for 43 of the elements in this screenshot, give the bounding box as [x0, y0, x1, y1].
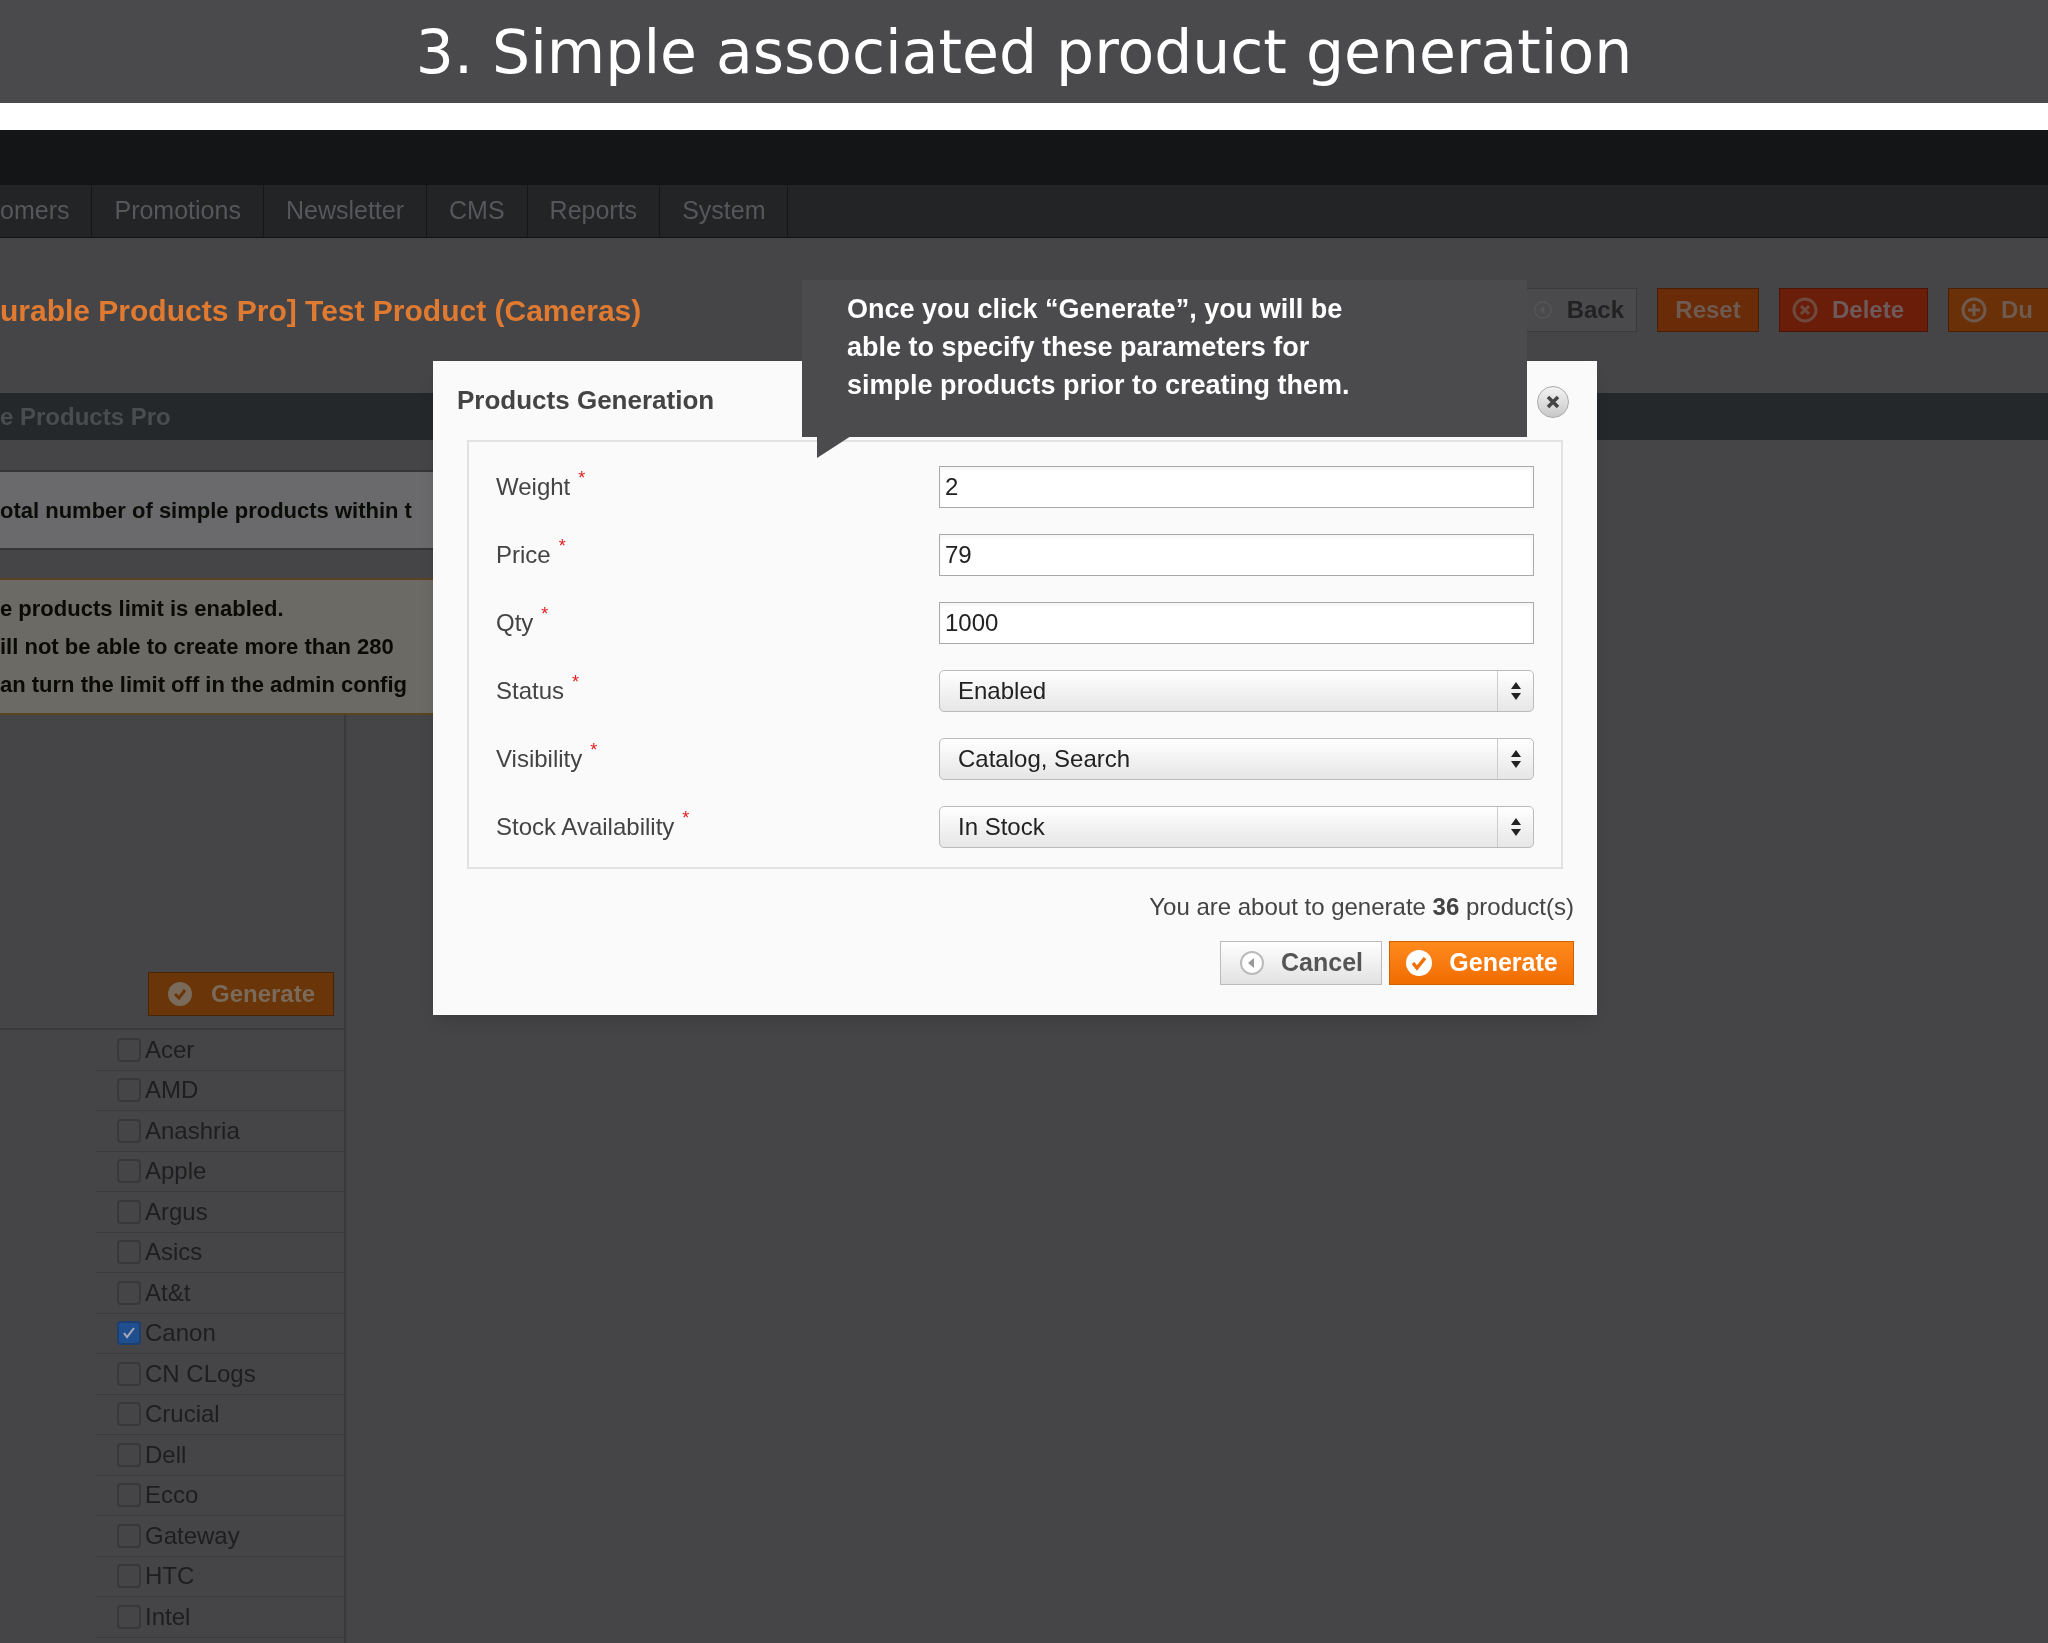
- note-text: otal number of simple products within t: [0, 496, 412, 525]
- up-down-caret-icon: [1509, 681, 1522, 701]
- field-label: Qty: [496, 608, 534, 638]
- field-label: Price: [496, 540, 551, 570]
- select-dropdown[interactable]: Enabled: [939, 670, 1534, 712]
- select-dropdown[interactable]: In Stock: [939, 806, 1534, 848]
- text-input-field[interactable]: 79: [939, 534, 1534, 576]
- cancel-button[interactable]: Cancel: [1220, 941, 1382, 985]
- checkmark-icon: [122, 1326, 136, 1341]
- x-circle-icon: [1792, 297, 1818, 323]
- required-mark: *: [541, 603, 549, 626]
- field-label: Stock Availability: [496, 812, 675, 842]
- required-mark: *: [590, 739, 598, 762]
- required-mark: *: [572, 671, 580, 694]
- generate-button[interactable]: Generate: [1389, 941, 1574, 985]
- field-label: Weight: [496, 472, 571, 502]
- reset-button[interactable]: Reset: [1657, 288, 1759, 332]
- tooltip-text: Once you click “Generate”, you will be able to specify these parameters for simple products prior to creating them.: [847, 293, 1351, 402]
- field-label: Status: [496, 676, 565, 706]
- close-button[interactable]: [1537, 386, 1569, 418]
- up-down-caret-icon: [1509, 749, 1522, 769]
- required-mark: *: [558, 535, 566, 558]
- required-mark: *: [578, 467, 586, 490]
- select-dropdown[interactable]: Catalog, Search: [939, 738, 1534, 780]
- page-title: urable Products Pro] Test Product (Cameras): [0, 292, 642, 329]
- field-label: Visibility: [496, 744, 583, 774]
- check-circle-icon: [166, 981, 193, 1007]
- close-icon: [1545, 394, 1561, 410]
- warning-text: e products limit is enabled.: [0, 594, 285, 623]
- checkbox[interactable]: [117, 1321, 141, 1346]
- summary-text: You are about to generate 36 product(s): [1149, 892, 1574, 922]
- warning-text: an turn the limit off in the admin config: [0, 670, 408, 699]
- text-input-field[interactable]: 2: [939, 466, 1534, 508]
- warning-text: ill not be able to create more than 280: [0, 632, 395, 661]
- duplicate-button[interactable]: Du: [1948, 288, 2048, 332]
- check-circle-icon: [1405, 949, 1434, 977]
- up-down-caret-icon: [1509, 817, 1522, 837]
- required-mark: *: [682, 807, 690, 830]
- generate-button[interactable]: Generate: [148, 972, 334, 1016]
- plus-circle-icon: [1961, 297, 1987, 323]
- dialog-title: Products Generation: [457, 384, 715, 417]
- text-input-field[interactable]: 1000: [939, 602, 1534, 644]
- delete-button[interactable]: Delete: [1779, 288, 1928, 332]
